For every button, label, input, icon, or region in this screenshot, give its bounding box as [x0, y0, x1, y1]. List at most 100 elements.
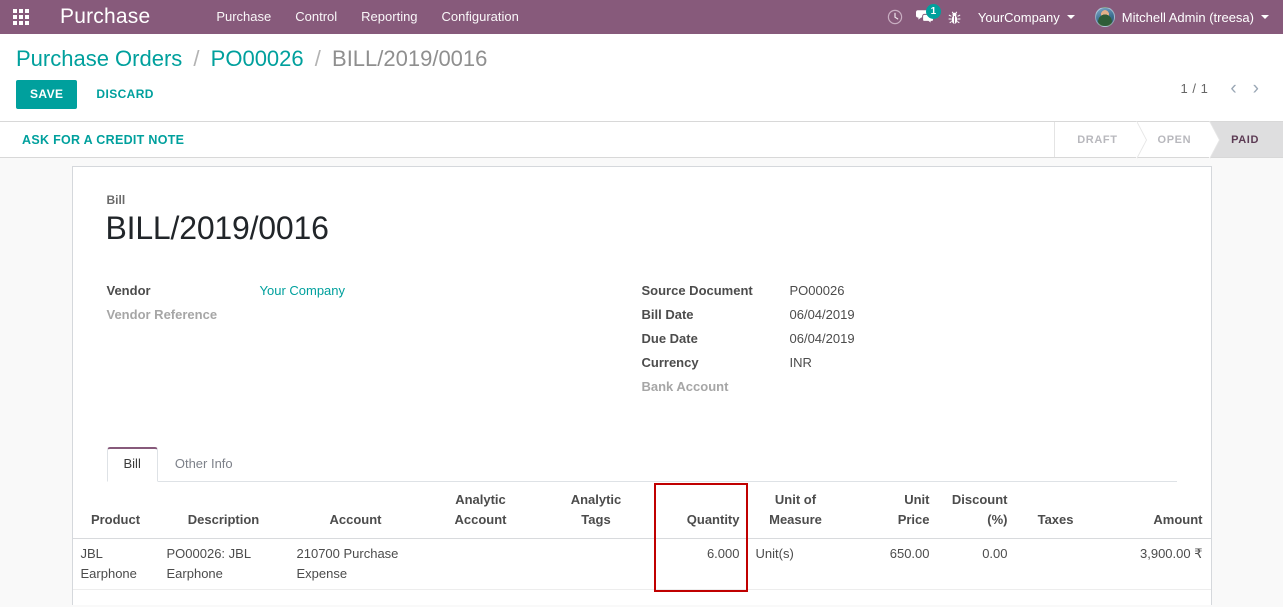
- form-field-groups: Vendor Your Company Vendor Reference Sou…: [107, 283, 1177, 403]
- chevron-down-icon: [1066, 15, 1075, 19]
- table-row[interactable]: JBL Earphone PO00026: JBL Earphone 21070…: [72, 538, 1211, 591]
- cell-account[interactable]: 210700 Purchase Expense: [288, 538, 423, 591]
- col-quantity[interactable]: Quantity: [653, 482, 748, 540]
- col-unit-of-measure[interactable]: Unit of Measure: [747, 482, 844, 540]
- col-analytic-account[interactable]: Analytic Account: [422, 482, 539, 540]
- field-value-source-document: PO00026: [789, 283, 845, 299]
- control-panel: Purchase Orders / PO00026 / BILL/2019/00…: [0, 34, 1283, 122]
- col-analytic-account-l1: Analytic: [455, 492, 506, 508]
- debug-menu-button[interactable]: [940, 0, 970, 34]
- col-analytic-tags-l1: Analytic: [570, 492, 622, 508]
- cell-quantity[interactable]: 6.000: [653, 538, 748, 591]
- messaging-badge-count: 1: [925, 4, 941, 19]
- bug-icon: [948, 11, 961, 24]
- top-navbar: Purchase Purchase Control Reporting Conf…: [0, 0, 1283, 34]
- invoice-lines-table: Product Description Account Analytic Acc…: [72, 482, 1211, 591]
- chevron-right-icon[interactable]: ›: [1245, 79, 1267, 98]
- field-source-document: Source Document PO00026: [642, 283, 1177, 298]
- field-label: Bank Account: [641, 379, 729, 395]
- field-currency: Currency INR: [642, 355, 1177, 370]
- field-label: Source Document: [641, 283, 753, 299]
- clock-activity-icon: [887, 9, 903, 25]
- breadcrumb-item-purchase-orders[interactable]: Purchase Orders: [16, 46, 182, 71]
- col-product[interactable]: Product: [72, 482, 159, 540]
- activity-menu-button[interactable]: [880, 0, 910, 34]
- breadcrumb-item-po00026[interactable]: PO00026: [211, 46, 304, 71]
- notebook: Bill Other Info Product Description Acco…: [72, 447, 1211, 592]
- table-body: JBL Earphone PO00026: JBL Earphone 21070…: [72, 538, 1211, 591]
- company-switcher[interactable]: YourCompany: [970, 10, 1083, 25]
- col-description[interactable]: Description: [158, 482, 289, 540]
- col-uom-l1: Unit of: [774, 492, 817, 508]
- ask-for-credit-note-button[interactable]: ASK FOR A CREDIT NOTE: [22, 133, 184, 147]
- field-bank-account: Bank Account: [642, 379, 1177, 394]
- form-view-area: Bill BILL/2019/0016 Vendor Your Company …: [0, 158, 1283, 605]
- cell-taxes[interactable]: [1015, 538, 1082, 591]
- field-value-bill-date[interactable]: 06/04/2019: [790, 307, 855, 322]
- menu-item-control[interactable]: Control: [283, 0, 349, 34]
- navbar-right-tools: 1 YourCompany Mitchell Admin (treesa): [880, 0, 1277, 34]
- field-label: Currency: [641, 355, 699, 371]
- chevron-left-icon[interactable]: ‹: [1222, 79, 1244, 98]
- status-pipeline: DRAFT OPEN PAID: [1055, 120, 1283, 159]
- breadcrumb-separator: /: [314, 46, 321, 71]
- menu-item-configuration[interactable]: Configuration: [430, 0, 531, 34]
- record-action-buttons: SAVE DISCARD 1 / 1 ‹ ›: [0, 72, 1283, 121]
- page-title: BILL/2019/0016: [105, 210, 329, 246]
- save-button[interactable]: SAVE: [16, 80, 78, 109]
- field-value-due-date[interactable]: 06/04/2019: [790, 331, 855, 346]
- field-label: Bill Date: [641, 307, 694, 323]
- cell-analytic-account[interactable]: [422, 538, 539, 591]
- form-sheet: Bill BILL/2019/0016 Vendor Your Company …: [71, 166, 1212, 605]
- field-label: Due Date: [641, 331, 698, 347]
- breadcrumb: Purchase Orders / PO00026 / BILL/2019/00…: [16, 46, 487, 72]
- cell-description[interactable]: PO00026: JBL Earphone: [158, 538, 289, 591]
- avatar: [1094, 7, 1115, 27]
- statusbar-row: ASK FOR A CREDIT NOTE DRAFT OPEN PAID: [0, 120, 1283, 159]
- col-taxes[interactable]: Taxes: [1015, 482, 1082, 540]
- field-due-date: Due Date 06/04/2019: [642, 331, 1177, 346]
- field-value-vendor[interactable]: Your Company: [260, 283, 346, 298]
- messaging-menu-button[interactable]: 1: [910, 0, 941, 34]
- menu-item-reporting[interactable]: Reporting: [349, 0, 429, 34]
- status-stage-label: DRAFT: [1077, 133, 1118, 146]
- discard-button[interactable]: DISCARD: [85, 80, 164, 109]
- col-discount[interactable]: Discount (%): [937, 482, 1016, 540]
- chevron-down-icon: [1261, 15, 1269, 19]
- cell-unit-of-measure[interactable]: Unit(s): [747, 538, 844, 591]
- form-group-left: Vendor Your Company Vendor Reference: [107, 283, 642, 403]
- cell-discount[interactable]: 0.00: [937, 538, 1016, 591]
- user-menu[interactable]: Mitchell Admin (treesa): [1089, 7, 1277, 27]
- breadcrumb-item-current: BILL/2019/0016: [332, 46, 488, 71]
- menu-item-purchase[interactable]: Purchase: [204, 0, 283, 34]
- cell-unit-price[interactable]: 650.00: [843, 538, 938, 591]
- col-amount[interactable]: Amount: [1081, 482, 1211, 540]
- field-label: Vendor Reference: [106, 307, 218, 323]
- apps-grid-icon: [13, 9, 29, 25]
- record-title-block: Bill BILL/2019/0016: [105, 193, 1177, 247]
- cell-amount[interactable]: 3,900.00 ₹: [1081, 538, 1211, 591]
- pager-position: 1 / 1: [1180, 81, 1209, 96]
- cell-analytic-tags[interactable]: [538, 538, 654, 591]
- status-stage-paid[interactable]: PAID: [1209, 122, 1283, 157]
- col-discount-l1: Discount: [951, 492, 1008, 508]
- field-vendor: Vendor Your Company: [107, 283, 642, 298]
- user-name: Mitchell Admin (treesa): [1121, 9, 1254, 25]
- status-stage-draft[interactable]: DRAFT: [1055, 120, 1147, 159]
- table-header: Product Description Account Analytic Acc…: [72, 482, 1211, 540]
- tab-other-info[interactable]: Other Info: [158, 447, 250, 482]
- col-analytic-tags[interactable]: Analytic Tags: [538, 482, 654, 540]
- col-discount-l2: (%): [987, 511, 1008, 527]
- status-stage-open[interactable]: OPEN: [1135, 120, 1220, 159]
- col-unit-price[interactable]: Unit Price: [843, 482, 938, 540]
- col-account[interactable]: Account: [288, 482, 423, 540]
- invoice-lines-table-wrapper: Product Description Account Analytic Acc…: [72, 482, 1211, 592]
- apps-menu-button[interactable]: [0, 0, 42, 34]
- field-vendor-reference: Vendor Reference: [107, 307, 642, 322]
- field-value-currency[interactable]: INR: [790, 355, 812, 370]
- app-brand-purchase[interactable]: Purchase: [42, 5, 162, 29]
- cell-product[interactable]: JBL Earphone: [72, 538, 159, 591]
- breadcrumb-row: Purchase Orders / PO00026 / BILL/2019/00…: [0, 34, 1283, 72]
- breadcrumb-separator: /: [193, 46, 200, 71]
- tab-bill[interactable]: Bill: [106, 447, 158, 483]
